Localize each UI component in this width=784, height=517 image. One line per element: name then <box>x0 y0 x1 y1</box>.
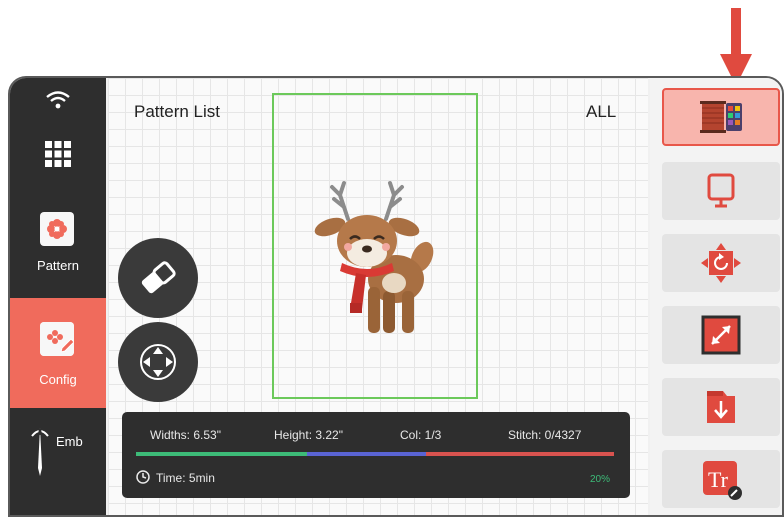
move-button[interactable] <box>118 322 198 402</box>
color-sequence-bar <box>136 452 614 456</box>
hoop-frame-button[interactable] <box>662 162 780 220</box>
text-tool-button[interactable]: Tr <box>662 450 780 508</box>
rotate-icon <box>701 243 741 283</box>
time-estimate: Time: 5min <box>156 471 215 485</box>
text-tool-icon: Tr <box>703 461 742 500</box>
pattern-canvas[interactable]: Pattern List ALL Widths: 6.53" Height: 3… <box>108 78 648 515</box>
eraser-button[interactable] <box>118 238 198 318</box>
color-index-value: Col: 1/3 <box>400 428 442 442</box>
move-arrows-icon <box>140 344 176 380</box>
resize-icon <box>701 315 741 355</box>
sidebar-item-label: Pattern <box>37 258 79 273</box>
sidebar-item-emb[interactable]: Emb <box>10 414 106 514</box>
color-segment <box>306 452 427 456</box>
color-segment <box>136 452 307 456</box>
filter-all-button[interactable]: ALL <box>586 102 616 122</box>
color-segment <box>426 452 614 456</box>
page-title: Pattern List <box>134 102 220 121</box>
rotate-button[interactable] <box>662 234 780 292</box>
sidebar: Pattern Config Emb <box>10 78 106 515</box>
sidebar-item-apps[interactable] <box>10 122 106 186</box>
width-value: Widths: 6.53" <box>150 428 221 442</box>
pattern-icon <box>40 212 74 246</box>
sidebar-item-pattern[interactable]: Pattern <box>10 196 106 298</box>
wifi-status <box>10 78 106 122</box>
sidebar-item-config[interactable]: Config <box>10 298 106 408</box>
hoop-frame-icon <box>707 173 735 208</box>
needle-icon <box>31 428 49 476</box>
tool-panel: Tr <box>650 78 782 515</box>
reindeer-embroidery-design[interactable] <box>310 179 440 339</box>
stitch-info-bar: Widths: 6.53" Height: 3.22" Col: 1/3 Sti… <box>122 412 630 498</box>
height-value: Height: 3.22" <box>274 428 343 442</box>
progress-percent: 20% <box>590 474 611 485</box>
apps-grid-icon <box>45 141 71 167</box>
eraser-icon <box>141 261 176 294</box>
config-icon <box>40 322 75 356</box>
clock-icon <box>136 470 150 484</box>
import-button[interactable] <box>662 378 780 436</box>
sidebar-item-label: Emb <box>56 434 83 449</box>
thread-color-icon <box>700 101 742 133</box>
thread-color-button[interactable] <box>662 88 780 146</box>
stitch-count-value: Stitch: 0/4327 <box>508 428 582 442</box>
wifi-icon <box>46 91 70 109</box>
resize-button[interactable] <box>662 306 780 364</box>
sidebar-item-label: Config <box>39 372 77 387</box>
svg-text:Tr: Tr <box>708 467 729 492</box>
import-icon <box>707 391 735 423</box>
hoop-area[interactable] <box>272 93 478 399</box>
device-screen: Pattern Config Emb Pattern List ALL Widt… <box>8 76 784 517</box>
